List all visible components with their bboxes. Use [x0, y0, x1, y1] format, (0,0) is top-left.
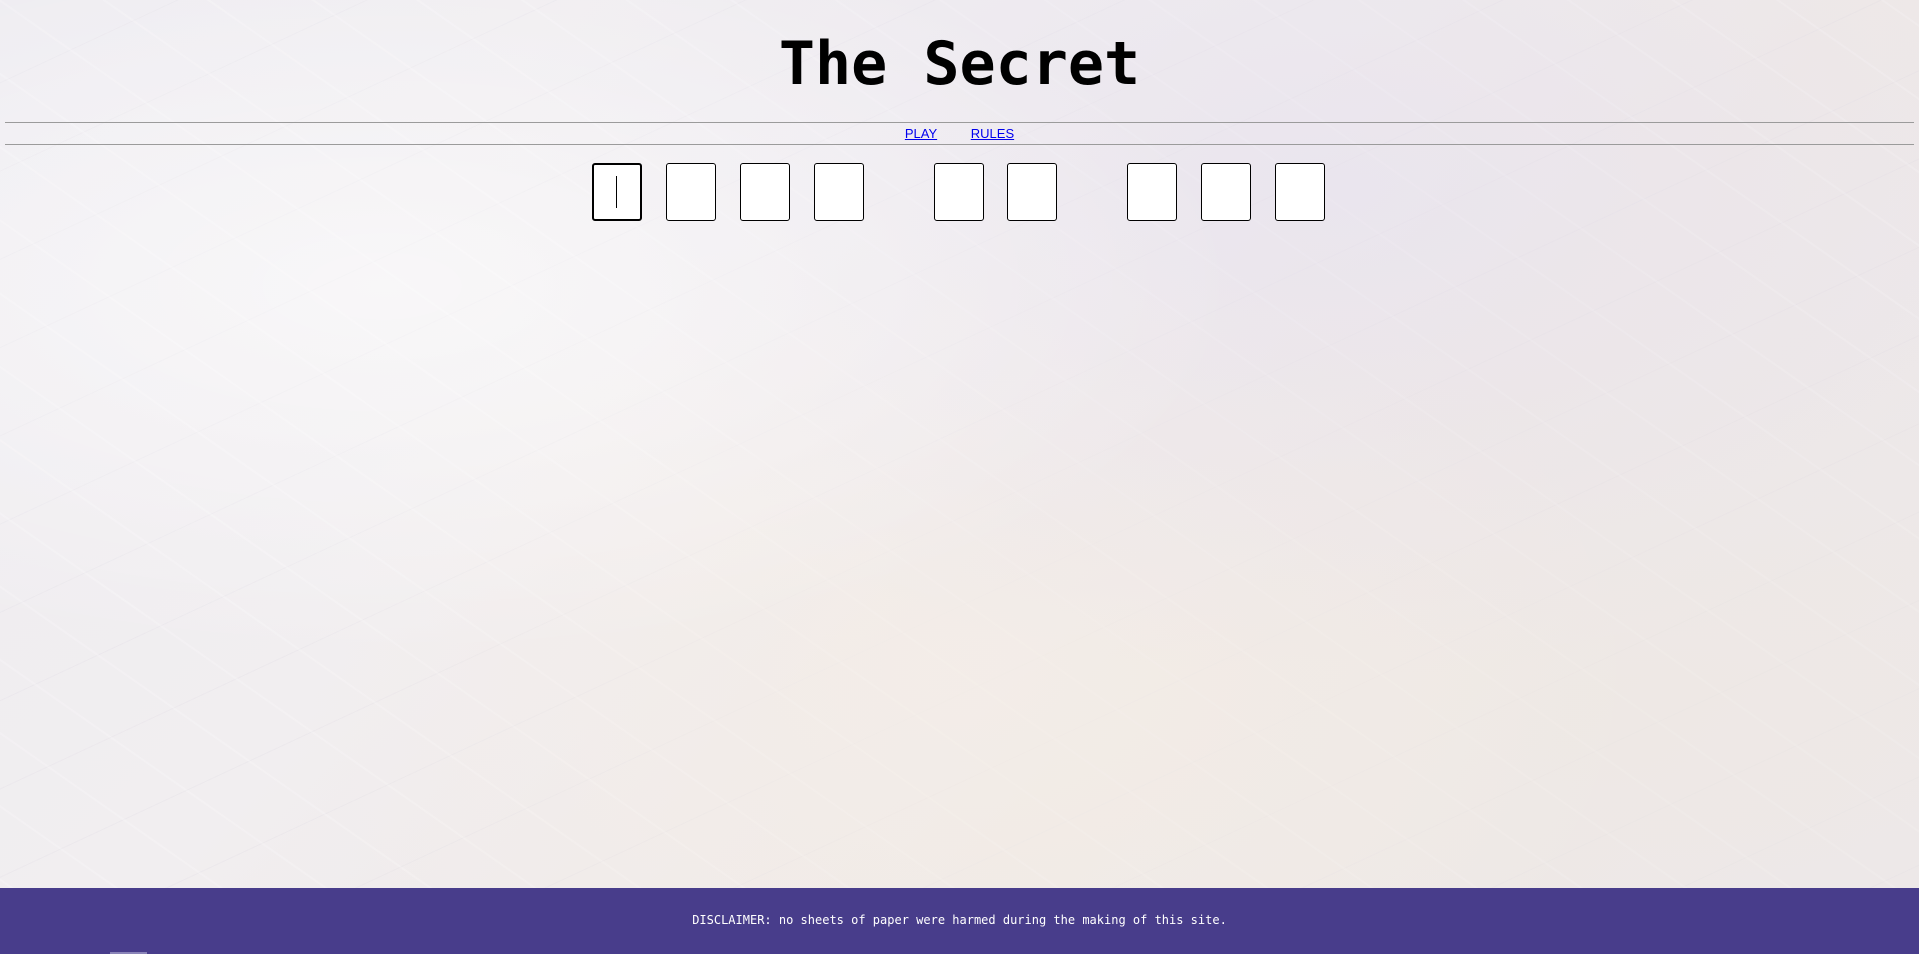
text-caret [616, 176, 617, 208]
letter-box[interactable] [1201, 163, 1251, 221]
letter-box[interactable] [592, 163, 642, 221]
letter-box[interactable] [1275, 163, 1325, 221]
letter-box[interactable] [1007, 163, 1057, 221]
main-nav: PLAY RULES [5, 122, 1914, 145]
disclaimer-text: DISCLAIMER: no sheets of paper were harm… [692, 913, 1227, 927]
letter-box[interactable] [666, 163, 716, 221]
letter-box[interactable] [740, 163, 790, 221]
letter-boxes [0, 163, 1919, 221]
letter-box[interactable] [814, 163, 864, 221]
letter-box[interactable] [1127, 163, 1177, 221]
footer: DISCLAIMER: no sheets of paper were harm… [0, 888, 1919, 954]
letter-box[interactable] [934, 163, 984, 221]
nav-link-play[interactable]: PLAY [905, 126, 937, 141]
page-title: The Secret [778, 29, 1141, 99]
nav-link-rules[interactable]: RULES [971, 126, 1014, 141]
